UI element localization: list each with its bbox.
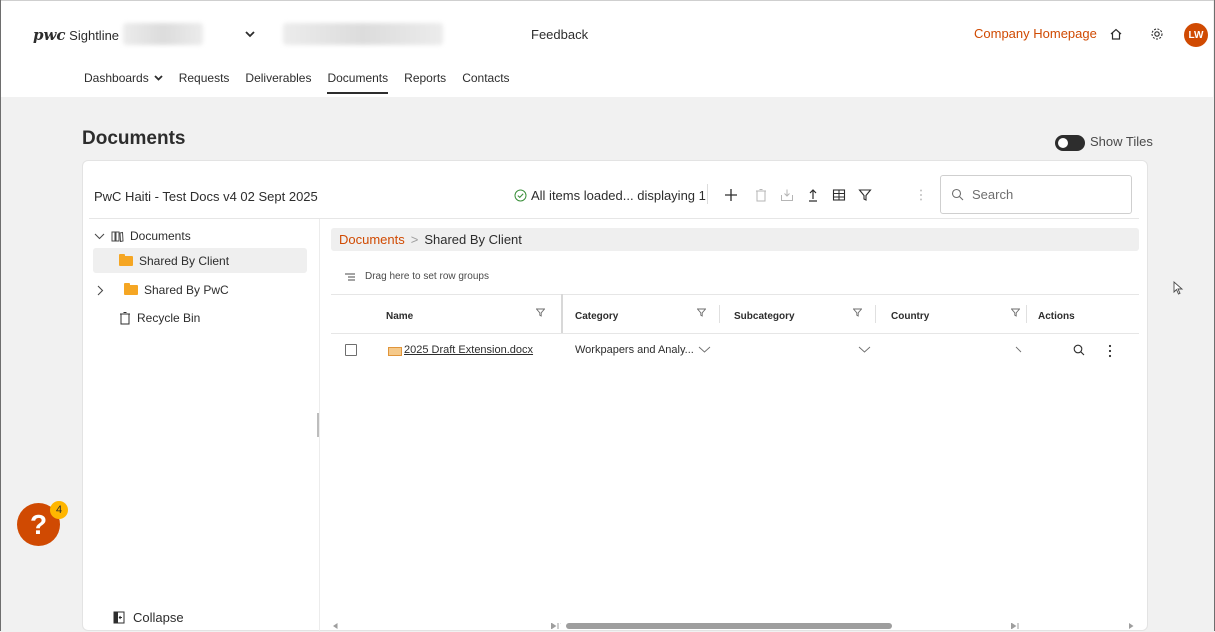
row-checkbox[interactable]: [345, 344, 357, 356]
tree-item-shared-by-client[interactable]: Shared By Client: [119, 254, 229, 268]
category-chevron-down-icon[interactable]: [698, 346, 711, 353]
more-vertical-icon[interactable]: [913, 187, 929, 203]
column-separator[interactable]: [719, 305, 720, 323]
folder-icon: [119, 254, 133, 266]
nav-deliverables[interactable]: Deliverables: [245, 71, 311, 94]
toolbar-divider: [707, 184, 708, 204]
help-notification-badge: 4: [50, 501, 68, 519]
nav-reports[interactable]: Reports: [404, 71, 446, 94]
subcategory-chevron-down-icon[interactable]: [858, 346, 871, 353]
engagement-title: PwC Haiti - Test Docs v4 02 Sept 2025: [94, 189, 318, 204]
nav-dashboards-label: Dashboards: [84, 71, 149, 85]
upload-icon[interactable]: [805, 187, 821, 203]
load-status: All items loaded... displaying 1: [514, 188, 706, 203]
subcategory-filter-icon[interactable]: [853, 308, 862, 317]
load-status-text: All items loaded... displaying 1: [531, 188, 706, 203]
library-icon: [111, 231, 124, 242]
tree-item-shared-by-pwc[interactable]: Shared By PwC: [97, 283, 229, 297]
search-icon: [951, 188, 964, 201]
pinned-column-separator[interactable]: [561, 294, 563, 334]
grid-header-bottom-line: [331, 333, 1139, 334]
show-tiles-toggle[interactable]: [1055, 135, 1085, 151]
column-header-actions: Actions: [1038, 311, 1075, 322]
breadcrumb-documents-link[interactable]: Documents: [339, 232, 405, 247]
expand-chevron-right-icon[interactable]: [97, 285, 104, 296]
add-plus-icon[interactable]: [723, 187, 739, 203]
delete-trash-icon[interactable]: [753, 187, 769, 203]
collapse-panel-icon: [113, 611, 125, 624]
search-input[interactable]: [970, 186, 1120, 203]
app-logo[interactable]: pwc Sightline: [33, 26, 119, 44]
scroll-pinned-right-arrow-icon[interactable]: [551, 623, 561, 629]
check-circle-icon: [514, 189, 527, 202]
document-name-link[interactable]: 2025 Draft Extension.docx: [404, 344, 533, 356]
settings-gear-icon[interactable]: [1148, 25, 1166, 43]
feedback-link[interactable]: Feedback: [531, 27, 588, 42]
breadcrumb-current: Shared By Client: [424, 232, 522, 247]
scroll-right-arrow-icon[interactable]: [1129, 623, 1134, 629]
country-chevron-down-icon[interactable]: [1015, 346, 1022, 353]
horizontal-scrollbar[interactable]: [331, 621, 1139, 631]
app-name: Sightline: [69, 28, 120, 43]
tree-panel-divider: [319, 219, 320, 632]
collapse-button[interactable]: Collapse: [113, 610, 184, 625]
breadcrumb: Documents > Shared By Client: [331, 228, 1139, 251]
preview-search-icon[interactable]: [1073, 344, 1085, 356]
redacted-client-selector[interactable]: [123, 23, 203, 45]
row-more-vertical-icon[interactable]: [1108, 344, 1112, 358]
column-separator[interactable]: [875, 305, 876, 323]
columns-grid-icon[interactable]: [831, 187, 847, 203]
nav-contacts[interactable]: Contacts: [462, 71, 509, 94]
grid-header-top-line: [331, 294, 1139, 295]
country-filter-icon[interactable]: [1011, 308, 1020, 317]
show-tiles-label: Show Tiles: [1090, 134, 1153, 149]
expand-chevron-down-icon[interactable]: [94, 233, 105, 240]
company-homepage-link[interactable]: Company Homepage: [974, 26, 1097, 41]
column-header-country[interactable]: Country: [891, 311, 929, 322]
scroll-left-arrow-icon[interactable]: [333, 623, 338, 629]
nav-documents[interactable]: Documents: [327, 71, 388, 94]
tree-root-label: Documents: [130, 229, 191, 243]
category-cell[interactable]: Workpapers and Analy...: [575, 344, 694, 356]
documents-card: PwC Haiti - Test Docs v4 02 Sept 2025 Al…: [82, 160, 1148, 632]
column-header-subcategory[interactable]: Subcategory: [734, 311, 795, 322]
home-icon[interactable]: [1107, 25, 1125, 43]
category-filter-icon[interactable]: [697, 308, 706, 317]
filter-funnel-icon[interactable]: [857, 187, 873, 203]
collapse-label: Collapse: [133, 610, 184, 625]
column-header-name[interactable]: Name: [386, 311, 413, 322]
search-box[interactable]: [940, 175, 1132, 214]
main-nav: Dashboards Requests Deliverables Documen…: [84, 71, 526, 94]
breadcrumb-separator: >: [410, 232, 419, 247]
tree-root-documents[interactable]: Documents: [94, 229, 191, 243]
download-icon[interactable]: [779, 187, 795, 203]
nav-dashboards[interactable]: Dashboards: [84, 71, 163, 94]
user-avatar[interactable]: LW: [1184, 23, 1208, 47]
top-header: pwc Sightline Feedback Company Homepage …: [1, 1, 1213, 97]
row-groups-icon: [345, 273, 355, 280]
scroll-pinned-left-arrow-icon[interactable]: [1011, 623, 1021, 629]
word-document-icon: [388, 347, 402, 356]
column-header-category[interactable]: Category: [575, 311, 618, 322]
tree-item-label: Recycle Bin: [137, 311, 201, 325]
tree-item-recycle-bin[interactable]: Recycle Bin: [119, 311, 200, 325]
row-group-drop-zone[interactable]: Drag here to set row groups: [345, 271, 489, 282]
mouse-pointer-icon: [1173, 281, 1184, 295]
folder-icon: [124, 283, 138, 295]
page-title: Documents: [82, 128, 186, 149]
recycle-bin-icon: [120, 312, 130, 325]
nav-requests[interactable]: Requests: [179, 71, 230, 94]
redacted-engagement-selector[interactable]: [283, 23, 443, 45]
row-group-hint: Drag here to set row groups: [365, 271, 489, 282]
client-chevron-down-icon[interactable]: [245, 31, 255, 38]
tree-item-label: Shared By Client: [139, 254, 230, 268]
card-divider: [89, 218, 1139, 219]
tree-item-label: Shared By PwC: [144, 283, 229, 297]
scroll-thumb[interactable]: [566, 623, 892, 629]
panel-resize-handle[interactable]: [317, 413, 319, 437]
brand-mark: pwc: [33, 26, 66, 44]
dashboards-chevron-down-icon: [154, 75, 163, 81]
column-separator[interactable]: [1026, 305, 1027, 323]
name-filter-icon[interactable]: [536, 308, 545, 317]
